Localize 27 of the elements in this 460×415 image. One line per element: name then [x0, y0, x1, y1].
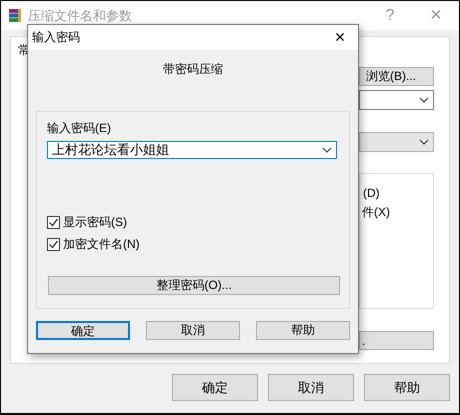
browse-button[interactable]: 浏览(B)... [359, 67, 434, 86]
dialog-button[interactable]: 取消 [146, 321, 240, 340]
dialog-title: 输入密码 [32, 29, 81, 46]
chevron-down-icon [419, 139, 429, 145]
close-button[interactable]: × [322, 27, 358, 48]
window-title: 压缩文件名和参数 [28, 6, 133, 24]
option-button[interactable]: . [359, 331, 434, 350]
chevron-down-icon [322, 147, 332, 153]
dialog-button[interactable]: 帮助 [364, 374, 450, 401]
dialog-button[interactable]: 确定 [36, 321, 130, 340]
password-field[interactable]: 上村花论坛看小姐姐 [47, 141, 337, 159]
checkbox-label: 显示密码(S) [63, 214, 127, 231]
books-icon [8, 8, 22, 23]
organize-button[interactable]: 整理密码(O)... [48, 276, 340, 295]
dialog-button[interactable]: 取消 [268, 374, 354, 401]
checkbox-label: 加密文件名(N) [63, 236, 140, 253]
dialog-button[interactable]: 帮助 [256, 321, 350, 340]
dialog-button[interactable]: 确定 [172, 374, 258, 401]
chevron-down-icon [419, 97, 429, 103]
dialog-heading: 带密码压缩 [162, 61, 224, 78]
dropdown[interactable] [359, 132, 434, 152]
option-label: 件(X) [362, 204, 390, 221]
checkbox[interactable] [47, 216, 60, 229]
option-label: (D) [363, 185, 380, 202]
field-label: 输入密码(E) [47, 120, 111, 137]
checkbox[interactable] [47, 238, 60, 251]
dropdown[interactable] [359, 90, 434, 110]
